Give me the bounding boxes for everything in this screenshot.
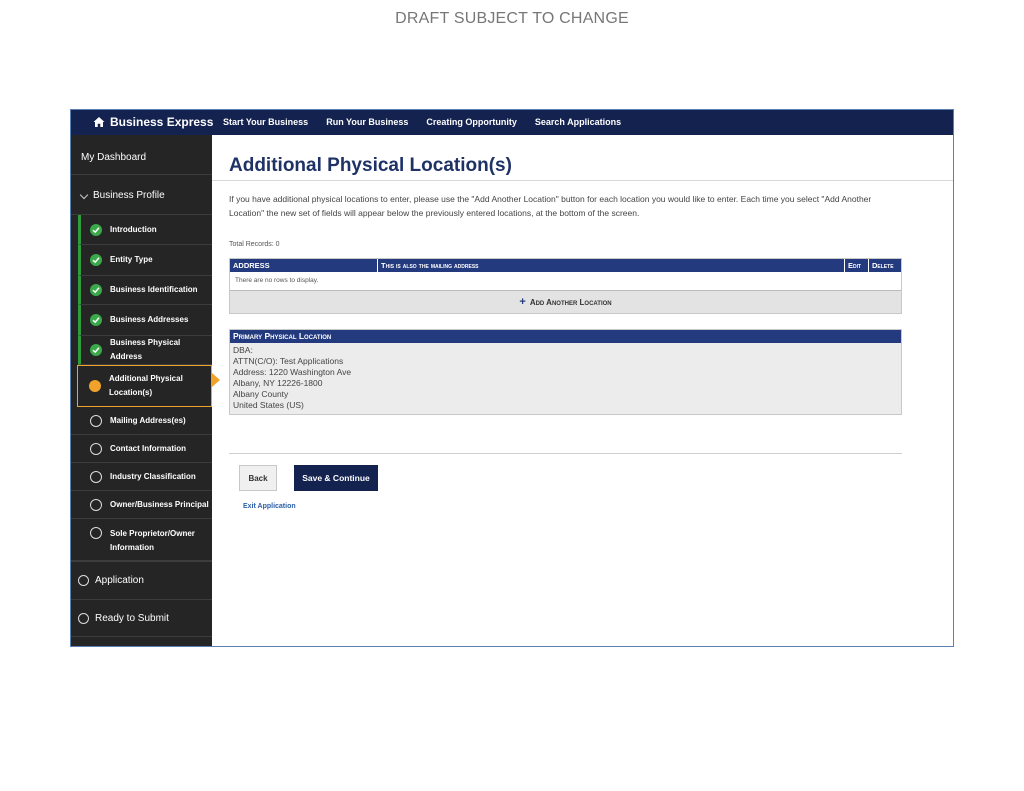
primary-city-state-zip: Albany, NY 12226-1800 [233,378,323,388]
step-owner-business-principal[interactable]: Owner/Business Principal [71,491,212,519]
step-label: Business Addresses [110,315,189,324]
nav-creating-opportunity[interactable]: Creating Opportunity [426,117,517,127]
step-label: Entity Type [110,255,153,264]
column-header-mailing[interactable]: This is also the mailing address [378,259,845,272]
total-records: Total Records: 0 [229,241,280,248]
nav-links: Start Your Business Run Your Business Cr… [223,117,621,127]
step-sole-proprietor-owner-information[interactable]: Sole Proprietor/Owner Information [71,519,212,561]
empty-circle-icon [90,470,102,483]
step-business-addresses[interactable]: Business Addresses [78,305,212,336]
step-label: Mailing Address(es) [110,415,186,425]
chevron-down-icon [79,190,89,200]
save-continue-button[interactable]: Save & Continue [294,465,378,491]
check-icon [90,314,102,326]
primary-location-heading: Primary Physical Location [230,330,901,343]
step-label: Additional Physical Location(s) [109,374,183,397]
main-content: Additional Physical Location(s) If you h… [212,135,953,646]
check-icon [90,284,102,296]
nav-search-applications[interactable]: Search Applications [535,117,621,127]
step-mailing-addresses[interactable]: Mailing Address(es) [71,407,212,435]
primary-dba: DBA: [233,345,253,355]
empty-circle-icon [78,612,89,624]
step-entity-type[interactable]: Entity Type [78,245,212,276]
sidebar-item-business-profile[interactable]: Business Profile [71,175,212,215]
check-icon [90,223,102,236]
step-label: Owner/Business Principal [110,499,209,509]
grid-empty-message: There are no rows to display. [230,272,901,290]
app-frame: Business Express Start Your Business Run… [70,109,954,647]
sidebar-section-label: Ready to Submit [95,612,169,624]
column-header-delete: Delete [872,261,894,270]
sidebar-dashboard-label: My Dashboard [81,152,147,163]
primary-country: United States (US) [233,400,304,410]
in-progress-icon [89,380,101,392]
step-introduction[interactable]: Introduction [78,215,212,245]
locations-grid: ADDRESS This is also the mailing address… [229,258,902,314]
add-another-location-button[interactable]: + Add Another Location [230,290,901,313]
step-additional-physical-locations[interactable]: Additional Physical Location(s) [77,365,220,407]
sidebar-profile-label: Business Profile [93,190,165,201]
primary-attn: ATTN(C/O): Test Applications [233,356,344,366]
primary-location-panel: Primary Physical Location DBA: ATTN(C/O)… [229,329,902,415]
page-title: Additional Physical Location(s) [229,155,512,176]
profile-steps: Introduction Entity Type Business Identi… [71,215,220,561]
intro-text: If you have additional physical location… [229,194,872,218]
nav-run-your-business[interactable]: Run Your Business [326,117,408,127]
back-button[interactable]: Back [239,465,277,491]
step-business-identification[interactable]: Business Identification [78,276,212,305]
plus-icon: + [519,296,526,308]
home-icon [93,117,105,127]
empty-circle-icon [90,527,102,539]
check-icon [90,254,102,266]
title-divider [212,180,953,181]
step-label: Contact Information [110,443,186,453]
column-header-address[interactable]: ADDRESS [230,259,378,272]
step-contact-information[interactable]: Contact Information [71,435,212,463]
exit-application-link[interactable]: Exit Application [243,503,296,510]
empty-circle-icon [78,575,89,586]
step-label: Industry Classification [110,471,196,481]
grid-header: ADDRESS This is also the mailing address… [230,259,901,272]
add-location-label: Add Another Location [529,297,612,307]
actions-divider [229,453,902,454]
sidebar-item-dashboard[interactable]: My Dashboard [71,135,212,175]
sidebar-item-ready-to-submit[interactable]: Ready to Submit [71,599,212,637]
step-label: Sole Proprietor/Owner Information [110,529,195,552]
sidebar: My Dashboard Business Profile Introducti… [71,135,220,646]
step-label: Introduction [110,224,157,234]
empty-circle-icon [90,414,102,427]
step-label: Business Physical Address [110,338,181,361]
empty-circle-icon [90,442,102,455]
empty-circle-icon [90,498,102,511]
draft-banner: DRAFT SUBJECT TO CHANGE [395,10,629,27]
brand-name: Business Express [110,115,214,129]
sidebar-section-label: Application [95,575,144,586]
column-header-edit: Edit [845,259,869,272]
check-icon [90,344,102,356]
primary-location-details: DBA: ATTN(C/O): Test Applications Addres… [230,343,901,413]
nav-start-your-business[interactable]: Start Your Business [223,117,308,127]
primary-county: Albany County [233,389,289,399]
brand-link[interactable]: Business Express [93,115,213,129]
step-business-physical-address[interactable]: Business Physical Address [78,336,212,365]
sidebar-item-application[interactable]: Application [71,561,212,599]
primary-address: Address: 1220 Washington Ave [233,367,352,377]
step-label: Business Identification [110,285,198,294]
top-navigation: Business Express Start Your Business Run… [71,110,953,135]
step-industry-classification[interactable]: Industry Classification [71,463,212,491]
